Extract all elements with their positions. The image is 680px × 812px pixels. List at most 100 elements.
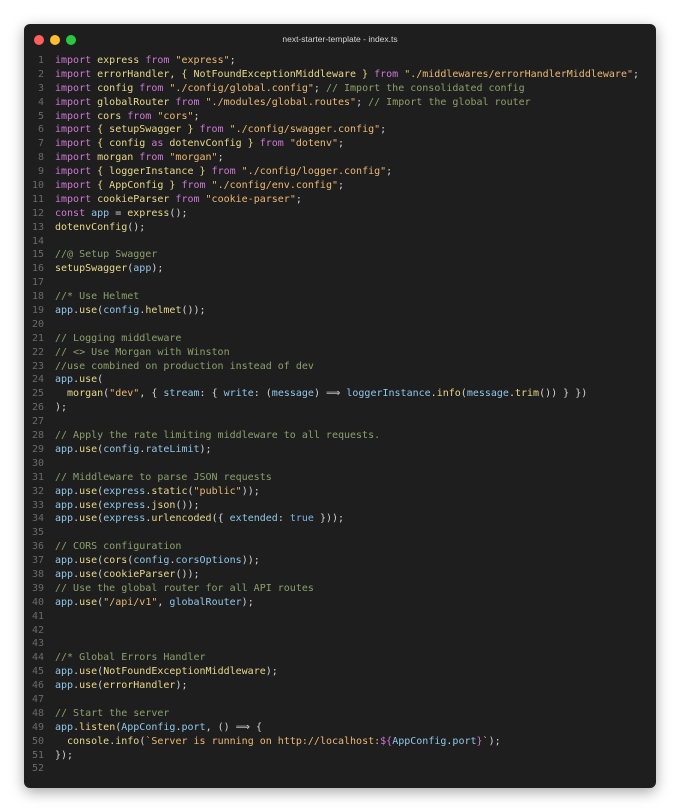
code-token: use — [79, 485, 98, 497]
code-token: ; — [356, 96, 369, 108]
line-number: 51 — [31, 749, 44, 761]
code-text: import { AppConfig } from "./config/env.… — [44, 179, 344, 193]
code-text: app.use(cookieParser()); — [44, 568, 200, 582]
code-token: app — [55, 499, 74, 511]
code-token: { loggerInstance } — [91, 166, 212, 178]
line-number: 43 — [31, 638, 44, 650]
code-line: 12 const app = express(); — [24, 207, 656, 221]
line-number: 47 — [31, 693, 44, 705]
code-text: console.info(`Server is running on http:… — [44, 735, 501, 749]
code-token: app — [55, 555, 74, 567]
code-token: cookieParser — [103, 568, 176, 580]
code-token: app — [133, 263, 152, 275]
code-token: from — [127, 110, 152, 122]
code-text: import errorHandler, { NotFoundException… — [44, 68, 639, 82]
code-token: ()); — [175, 568, 200, 580]
code-token: "./middlewares/errorHandlerMiddleware" — [398, 68, 633, 80]
code-token: dotenvConfig — [55, 221, 128, 233]
code-token: // Middleware to parse JSON requests — [55, 471, 272, 483]
code-text: //use combined on production instead of … — [44, 360, 314, 374]
code-line: 13 dotenvConfig(); — [24, 221, 656, 235]
code-token: "express" — [169, 55, 230, 66]
code-text: app.use(config.rateLimit); — [44, 443, 212, 457]
code-token: //use combined on production instead of … — [55, 360, 314, 372]
code-text: import express from "express"; — [44, 54, 236, 68]
code-token: ({ — [211, 513, 230, 525]
code-line: 14 — [24, 235, 656, 249]
code-token: ); — [199, 443, 212, 455]
code-token: import — [55, 55, 92, 66]
code-token: message — [466, 388, 509, 400]
code-text: morgan("dev", { stream: { write: (messag… — [44, 387, 587, 401]
code-token: "./modules/global.routes" — [199, 96, 357, 108]
code-line: 39 // Use the global router for all API r… — [24, 582, 656, 596]
code-token: ; — [229, 55, 236, 66]
code-line: 6 import { setupSwagger } from "./config/… — [24, 123, 656, 137]
line-number: 19 — [31, 305, 44, 317]
code-token: // Use the global router for all API rou… — [55, 582, 314, 594]
code-token: app — [55, 596, 74, 608]
code-token: info — [115, 735, 140, 747]
code-token: console — [55, 735, 110, 747]
code-line: 37 app.use(cors(config.corsOptions)); — [24, 554, 656, 568]
code-token: config — [133, 555, 170, 567]
code-line: 25 morgan("dev", { stream: { write: (mes… — [24, 387, 656, 401]
code-token: }); — [55, 749, 74, 761]
code-token: from — [139, 82, 164, 94]
code-line: 24 app.use( — [24, 373, 656, 387]
line-number: 30 — [31, 457, 44, 469]
code-token: cookieParser — [91, 193, 176, 205]
code-text: import morgan from "morgan"; — [44, 151, 224, 165]
code-line: 41 — [24, 610, 656, 624]
line-number: 20 — [31, 318, 44, 330]
code-token: ; — [193, 110, 200, 122]
code-token: stream — [163, 388, 200, 400]
code-token: ); — [175, 680, 188, 692]
code-line: 21 // Logging middleware — [24, 332, 656, 346]
code-token: helmet — [145, 305, 182, 317]
code-line: 47 — [24, 693, 656, 707]
line-number: 10 — [31, 180, 44, 192]
code-text: // CORS configuration — [44, 540, 181, 554]
code-line: 36 // CORS configuration — [24, 540, 656, 554]
minimize-window-button[interactable] — [50, 35, 60, 45]
line-number: 22 — [31, 346, 44, 358]
maximize-window-button[interactable] — [66, 35, 76, 45]
code-token: app — [55, 666, 74, 678]
line-number: 25 — [31, 388, 44, 400]
line-number: 28 — [31, 430, 44, 442]
editor-window: next-starter-template - index.ts 1 import… — [24, 24, 656, 788]
code-token: { AppConfig } — [91, 180, 182, 192]
code-editor[interactable]: 1 import express from "express"; 2 import e… — [24, 54, 656, 788]
code-token: app — [55, 568, 74, 580]
close-window-button[interactable] — [34, 35, 44, 45]
code-token: import — [55, 82, 92, 94]
code-text: // Middleware to parse JSON requests — [44, 471, 272, 485]
code-line: 3 import config from "./config/global.con… — [24, 82, 656, 96]
code-token: , { — [139, 388, 164, 400]
code-token: ; — [380, 124, 387, 136]
code-line: 38 app.use(cookieParser()); — [24, 568, 656, 582]
line-number: 12 — [31, 207, 44, 219]
code-token: "dotenv" — [283, 138, 338, 150]
code-line: 32 app.use(express.static("public")); — [24, 485, 656, 499]
code-token: trim — [515, 388, 540, 400]
code-token: from — [139, 152, 164, 164]
code-token: static — [151, 485, 188, 497]
code-text: app.use(express.urlencoded({ extended: t… — [44, 512, 344, 526]
code-token: express — [103, 513, 146, 525]
code-token: (); — [169, 207, 188, 219]
code-token: : — [277, 513, 290, 525]
code-token: import — [55, 166, 92, 178]
code-line: 15 //@ Setup Swagger — [24, 248, 656, 262]
code-line: 46 app.use(errorHandler); — [24, 679, 656, 693]
code-text: // <> Use Morgan with Winston — [44, 346, 230, 360]
code-token: config — [103, 305, 140, 317]
code-token: "./config/logger.config" — [235, 166, 387, 178]
code-token: ()) } }) — [539, 388, 588, 400]
line-number: 23 — [31, 360, 44, 372]
code-token: from — [259, 138, 284, 150]
line-number: 44 — [31, 652, 44, 664]
